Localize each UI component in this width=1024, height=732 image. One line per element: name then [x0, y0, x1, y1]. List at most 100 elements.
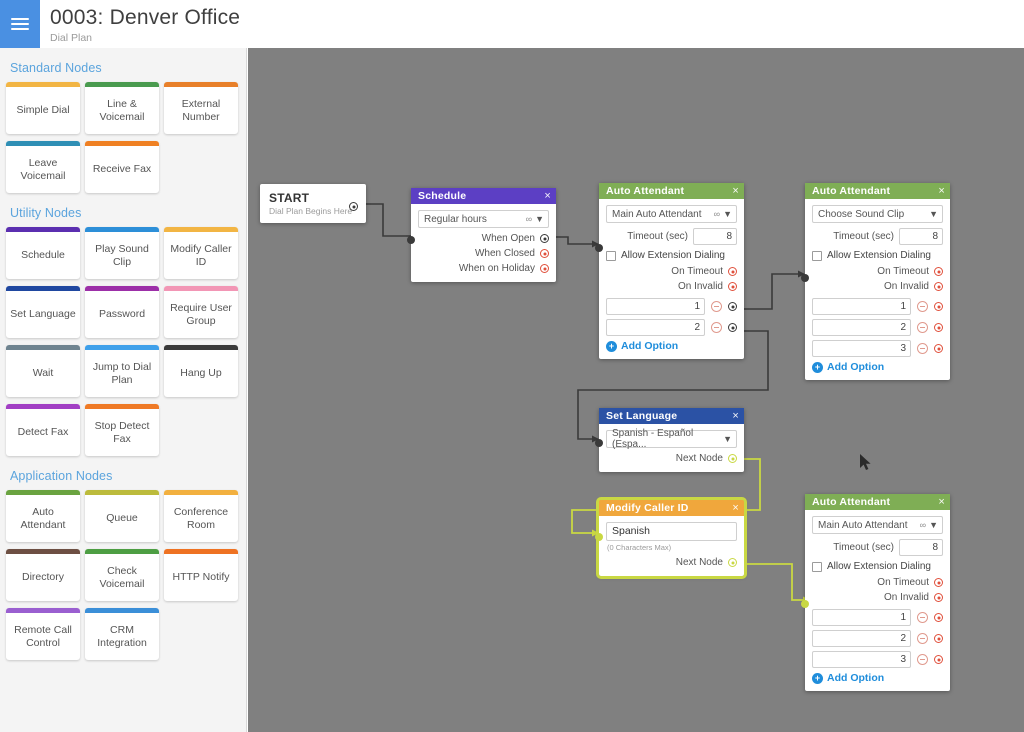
option-output-port[interactable] — [934, 634, 943, 643]
remove-option-icon[interactable] — [917, 633, 928, 644]
modify-caller-id-port-next-node[interactable]: Next Node — [606, 557, 737, 568]
aa3-extension-dialing-checkbox[interactable] — [812, 561, 822, 572]
option-output-port[interactable] — [728, 302, 737, 311]
set-language-select[interactable]: Spanish - Español (Espa... ▼ — [606, 428, 737, 450]
aa3-timeout-input[interactable]: 8 — [899, 539, 943, 556]
node-modify-caller-id[interactable]: Modify Caller ID × Spanish (0 Characters… — [595, 497, 747, 579]
aa3-option-row[interactable]: 1 — [812, 609, 943, 626]
node-auto-attendant-3[interactable]: Auto Attendant × Main Auto Attendant ∞ ▼… — [801, 494, 950, 691]
close-icon[interactable]: × — [938, 185, 945, 197]
schedule-port-when-closed[interactable]: When Closed — [418, 248, 549, 259]
start-output-port[interactable] — [349, 202, 358, 211]
close-icon[interactable]: × — [938, 496, 945, 508]
aa3-option-row[interactable]: 2 — [812, 630, 943, 647]
palette-node-auto-attendant[interactable]: Auto Attendant — [6, 490, 80, 542]
palette-node-queue[interactable]: Queue — [85, 490, 159, 542]
output-port-dot[interactable] — [934, 282, 943, 291]
palette-node-schedule[interactable]: Schedule — [6, 227, 80, 279]
palette-node-hang-up[interactable]: Hang Up — [164, 345, 238, 397]
aa2-option-row[interactable]: 2 — [812, 319, 943, 336]
aa2-add-option-button[interactable]: + Add Option — [812, 361, 943, 373]
aa2-select[interactable]: Choose Sound Clip ▼ — [812, 205, 943, 223]
set-language-port-next-node[interactable]: Next Node — [606, 453, 737, 464]
aa1-option-row[interactable]: 1 — [606, 298, 737, 315]
palette-node-remote-call-control[interactable]: Remote Call Control — [6, 608, 80, 660]
option-output-port[interactable] — [934, 655, 943, 664]
aa2-port-on-timeout[interactable]: On Timeout — [812, 266, 943, 277]
aa1-extension-dialing-checkbox[interactable] — [606, 250, 616, 261]
aa1-select[interactable]: Main Auto Attendant ∞ ▼ — [606, 205, 737, 223]
remove-option-icon[interactable] — [711, 301, 722, 312]
aa2-option-input[interactable]: 3 — [812, 340, 911, 357]
caller-id-text-input[interactable]: Spanish — [606, 522, 737, 541]
palette-node-receive-fax[interactable]: Receive Fax — [85, 141, 159, 193]
aa1-option-row[interactable]: 2 — [606, 319, 737, 336]
output-port-dot[interactable] — [540, 234, 549, 243]
palette-node-line-voicemail[interactable]: Line & Voicemail — [85, 82, 159, 134]
node-auto-attendant-1[interactable]: Auto Attendant × Main Auto Attendant ∞ ▼… — [595, 183, 744, 359]
output-port-dot[interactable] — [728, 558, 737, 567]
remove-option-icon[interactable] — [917, 322, 928, 333]
close-icon[interactable]: × — [732, 410, 739, 422]
output-port-dot[interactable] — [728, 267, 737, 276]
aa3-select[interactable]: Main Auto Attendant ∞ ▼ — [812, 516, 943, 534]
aa2-option-row[interactable]: 1 — [812, 298, 943, 315]
palette-node-directory[interactable]: Directory — [6, 549, 80, 601]
chevron-down-icon[interactable]: ▼ — [929, 209, 938, 219]
remove-option-icon[interactable] — [917, 612, 928, 623]
aa3-option-input[interactable]: 1 — [812, 609, 911, 626]
chevron-down-icon[interactable]: ▼ — [929, 520, 938, 530]
aa1-option-input[interactable]: 1 — [606, 298, 705, 315]
aa1-add-option-button[interactable]: + Add Option — [606, 340, 737, 352]
aa3-option-input[interactable]: 2 — [812, 630, 911, 647]
remove-option-icon[interactable] — [917, 343, 928, 354]
schedule-port-when-open[interactable]: When Open — [418, 233, 549, 244]
aa1-input-port[interactable] — [595, 244, 603, 252]
aa3-add-option-button[interactable]: + Add Option — [812, 672, 943, 684]
aa2-option-input[interactable]: 1 — [812, 298, 911, 315]
node-palette-sidebar[interactable]: Standard Nodes Simple Dial Line & Voicemai… — [0, 48, 247, 732]
palette-node-simple-dial[interactable]: Simple Dial — [6, 82, 80, 134]
output-port-dot[interactable] — [934, 267, 943, 276]
palette-node-modify-caller-id[interactable]: Modify Caller ID — [164, 227, 238, 279]
aa1-port-on-invalid[interactable]: On Invalid — [606, 281, 737, 292]
node-auto-attendant-2[interactable]: Auto Attendant × Choose Sound Clip ▼ Tim… — [801, 183, 950, 380]
palette-node-detect-fax[interactable]: Detect Fax — [6, 404, 80, 456]
close-icon[interactable]: × — [732, 502, 739, 514]
remove-option-icon[interactable] — [917, 301, 928, 312]
output-port-dot[interactable] — [934, 593, 943, 602]
palette-node-conference-room[interactable]: Conference Room — [164, 490, 238, 542]
palette-node-set-language[interactable]: Set Language — [6, 286, 80, 338]
output-port-dot[interactable] — [540, 264, 549, 273]
palette-node-crm-integration[interactable]: CRM Integration — [85, 608, 159, 660]
aa2-option-row[interactable]: 3 — [812, 340, 943, 357]
output-port-dot[interactable] — [728, 282, 737, 291]
aa2-extension-dialing-checkbox[interactable] — [812, 250, 822, 261]
aa3-port-on-invalid[interactable]: On Invalid — [812, 592, 943, 603]
aa2-port-on-invalid[interactable]: On Invalid — [812, 281, 943, 292]
aa3-input-port[interactable] — [801, 600, 809, 608]
close-icon[interactable]: × — [544, 190, 551, 202]
palette-node-leave-voicemail[interactable]: Leave Voicemail — [6, 141, 80, 193]
chevron-down-icon[interactable]: ▼ — [723, 209, 732, 219]
modify-caller-id-input-port[interactable] — [595, 533, 603, 541]
option-output-port[interactable] — [934, 323, 943, 332]
option-output-port[interactable] — [934, 302, 943, 311]
option-output-port[interactable] — [934, 344, 943, 353]
palette-node-password[interactable]: Password — [85, 286, 159, 338]
option-output-port[interactable] — [728, 323, 737, 332]
aa3-option-row[interactable]: 3 — [812, 651, 943, 668]
aa3-extension-dialing-row[interactable]: Allow Extension Dialing — [812, 561, 943, 572]
option-output-port[interactable] — [934, 613, 943, 622]
node-set-language[interactable]: Set Language × Spanish - Español (Espa..… — [595, 408, 744, 472]
hamburger-icon[interactable] — [0, 0, 40, 48]
remove-option-icon[interactable] — [711, 322, 722, 333]
palette-node-require-user-group[interactable]: Require User Group — [164, 286, 238, 338]
set-language-input-port[interactable] — [595, 439, 603, 447]
flow-canvas[interactable]: START Dial Plan Begins Here Schedule × R… — [248, 48, 1024, 732]
start-node[interactable]: START Dial Plan Begins Here — [260, 184, 366, 223]
aa3-option-input[interactable]: 3 — [812, 651, 911, 668]
aa2-timeout-input[interactable]: 8 — [899, 228, 943, 245]
chevron-down-icon[interactable]: ▼ — [535, 214, 544, 224]
output-port-dot[interactable] — [728, 454, 737, 463]
